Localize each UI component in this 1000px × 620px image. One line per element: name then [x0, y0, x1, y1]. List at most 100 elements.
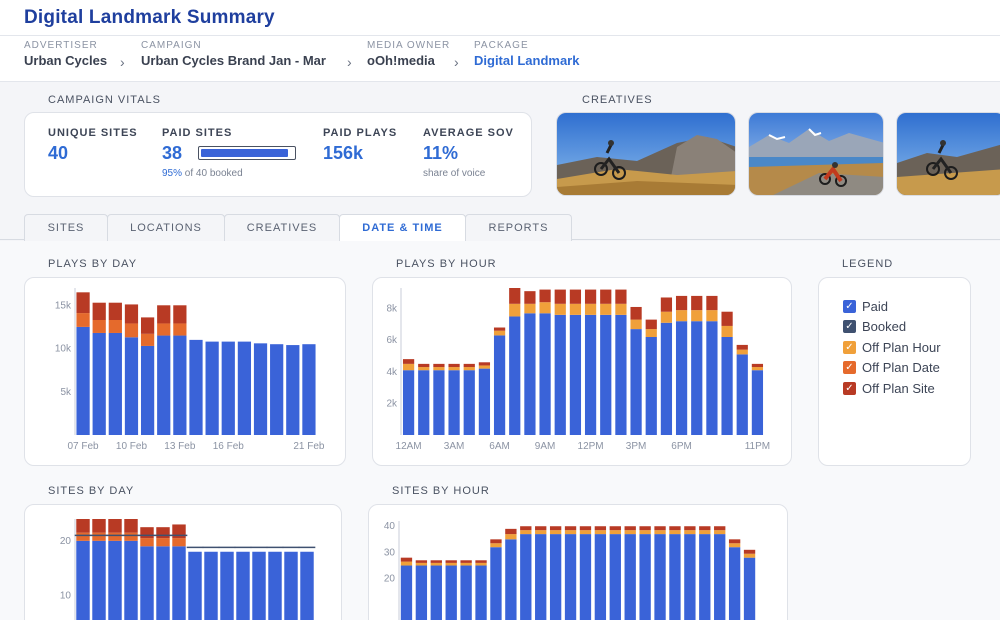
bar-segment [505, 534, 517, 540]
bar-segment [445, 565, 457, 620]
bar-segment [743, 553, 756, 558]
bar-segment [505, 539, 517, 620]
breadcrumb-value: oOh!media [367, 53, 435, 68]
x-tick-label: 10 Feb [116, 441, 148, 452]
x-tick-label: 12AM [396, 441, 422, 452]
stat-value: 11% [423, 143, 459, 163]
bar-segment [236, 551, 250, 620]
bar-segment [675, 321, 688, 435]
breadcrumb-label: PACKAGE [474, 40, 529, 51]
bar-segment [684, 530, 696, 535]
breadcrumb-advertiser[interactable]: ADVERTISER Urban Cycles [24, 40, 107, 68]
bar-segment [600, 289, 612, 304]
bar-segment [539, 302, 551, 314]
bar-segment [463, 363, 475, 368]
bar-segment [654, 534, 666, 620]
breadcrumb-label: MEDIA OWNER [367, 40, 451, 51]
bar-segment [172, 546, 186, 620]
bar-segment [76, 532, 90, 541]
campaign-vitals-card: UNIQUE SITES 40 PAID SITES 38 95% of 40 … [24, 112, 532, 197]
average-sov-stat: AVERAGE SOV 11% share of voice [423, 127, 514, 179]
chevron-right-icon: › [347, 54, 352, 70]
campaign-vitals-label: CAMPAIGN VITALS [48, 94, 162, 106]
bar-segment [751, 367, 764, 371]
bar-segment [564, 526, 577, 531]
tab-locations[interactable]: LOCATIONS [107, 214, 225, 241]
bar-segment [535, 530, 547, 535]
bar-segment [124, 532, 138, 541]
stat-value: 40 [48, 143, 69, 163]
bar-segment [736, 344, 748, 350]
bar-segment [478, 368, 491, 435]
bar-segment [430, 565, 442, 620]
bar-segment [645, 329, 657, 337]
bar-segment [721, 311, 733, 326]
bar-segment [721, 337, 733, 435]
bar-segment [669, 534, 681, 620]
checkbox-icon[interactable]: ✓ [843, 382, 856, 395]
x-tick-label: 6AM [489, 441, 510, 452]
bar-segment [204, 551, 218, 620]
bar-segment [157, 335, 171, 435]
bar-segment [751, 363, 764, 368]
breadcrumb-media-owner[interactable]: MEDIA OWNER oOh!media [367, 40, 450, 68]
bar-segment [205, 341, 219, 435]
plays-by-hour-card: 2k 4k 6k 8k 12AM 3AM 6AM 9AM 12PM 3PM 6PM 11PM [372, 277, 792, 466]
x-tick-label: 3PM [626, 441, 647, 452]
bar-segment [654, 526, 666, 531]
legend-label: Off Plan Hour [862, 340, 941, 355]
tab-date-time[interactable]: DATE & TIME [339, 214, 466, 242]
bar-segment [505, 528, 517, 535]
checkbox-icon[interactable]: ✓ [843, 320, 856, 333]
bar-segment [433, 370, 445, 435]
bar-segment [493, 327, 506, 331]
checkbox-icon[interactable]: ✓ [843, 300, 856, 313]
plays-by-day-card: 5k 10k 15k 07 Feb 10 Feb 13 Feb 16 Feb 21 Feb [24, 277, 346, 466]
bar-segment [714, 530, 726, 535]
bar-segment [221, 341, 235, 435]
creative-thumbnail[interactable] [896, 112, 1000, 196]
tab-reports[interactable]: REPORTS [465, 214, 572, 241]
legend-card: ✓ Paid ✓ Booked ✓ Off Plan Hour ✓ Off Pl… [818, 277, 971, 466]
bar-segment [728, 543, 741, 548]
bar-segment [76, 540, 90, 620]
bar-segment [124, 519, 138, 533]
bar-segment [108, 302, 122, 320]
bar-segment [684, 534, 696, 620]
bar-segment [564, 534, 577, 620]
bar-segment [751, 370, 764, 435]
bar-segment [675, 295, 688, 311]
creative-thumbnail[interactable] [556, 112, 736, 196]
y-tick-label: 6k [386, 335, 398, 346]
plays-by-hour-chart: 2k 4k 6k 8k 12AM 3AM 6AM 9AM 12PM 3PM 6PM 11PM [386, 288, 770, 452]
bar-segment [584, 289, 597, 304]
bar-segment [478, 365, 491, 369]
bar-segment [509, 288, 521, 304]
bar-segment [584, 303, 597, 315]
bar-segment [728, 539, 741, 544]
checkbox-icon[interactable]: ✓ [843, 341, 856, 354]
bar-segment [92, 532, 106, 541]
legend-label: Off Plan Date [862, 360, 940, 375]
bar-segment [76, 313, 90, 327]
bar-segment [645, 337, 657, 435]
bar-segment [400, 565, 413, 620]
breadcrumb-package[interactable]: PACKAGE Digital Landmark [474, 40, 579, 68]
bar-segment [418, 367, 430, 371]
tab-creatives[interactable]: CREATIVES [224, 214, 340, 241]
bar-segment [615, 314, 627, 435]
creative-thumbnail[interactable] [748, 112, 884, 196]
tab-sites[interactable]: SITES [24, 214, 108, 241]
bar-segment [660, 297, 673, 312]
bar-segment [539, 313, 551, 435]
paid-sites-stat: PAID SITES 38 95% of 40 booked [162, 127, 312, 179]
x-tick-label: 13 Feb [164, 441, 196, 452]
stat-label: AVERAGE SOV [423, 127, 514, 139]
checkbox-icon[interactable]: ✓ [843, 361, 856, 374]
bar-segment [108, 532, 122, 541]
stat-sub: share of voice [423, 168, 486, 179]
breadcrumb-campaign[interactable]: CAMPAIGN Urban Cycles Brand Jan - Mar [141, 40, 326, 68]
breadcrumb-label: ADVERTISER [24, 40, 98, 51]
bar-segment [645, 319, 657, 330]
bar-segment [460, 565, 472, 620]
